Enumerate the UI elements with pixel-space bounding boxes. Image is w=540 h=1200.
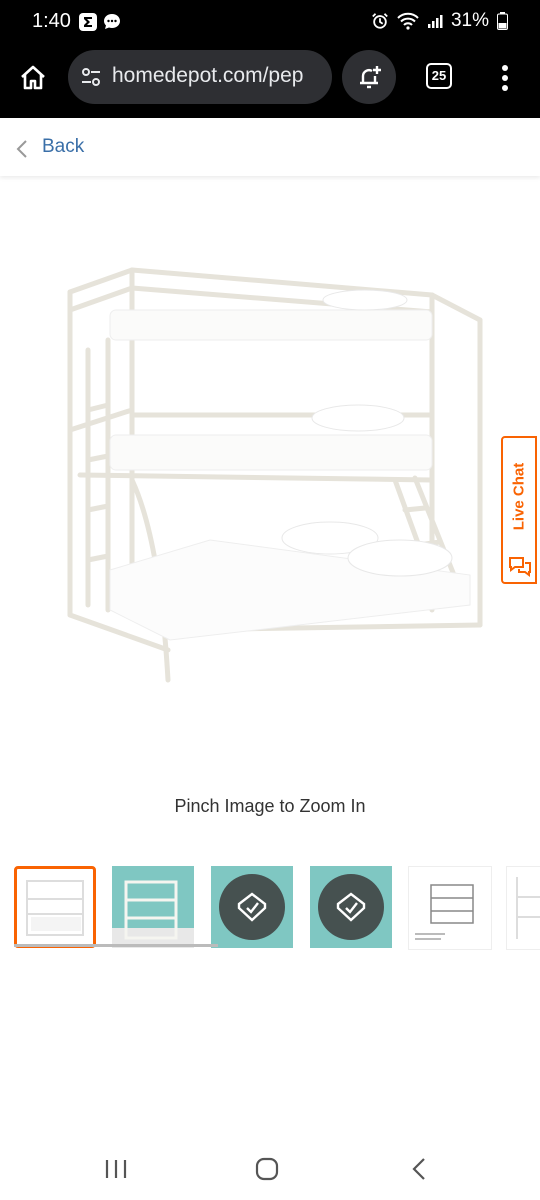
status-bar: 1:40 31% [0,0,540,44]
thumbnail-6[interactable] [506,866,540,950]
tab-switcher-button[interactable]: 25 [426,63,452,89]
wifi-icon [397,12,419,30]
thumbnail-room-image [112,880,194,948]
tag-shield-icon [237,892,267,922]
product-image-bunk-bed[interactable] [40,240,500,700]
back-bar: Back [0,118,540,176]
browser-toolbar: homedepot.com/pep 25 [0,44,540,118]
thumbnail-3-video[interactable] [211,866,293,948]
system-nav-bar [0,1140,540,1200]
address-bar[interactable]: homedepot.com/pep [68,50,332,104]
chat-bubbles-icon [509,557,531,577]
alarm-icon [372,13,388,29]
site-settings-icon[interactable] [80,66,102,88]
tag-shield-icon [336,892,366,922]
video-play-button[interactable] [318,874,384,940]
thumbnail-scroll-indicator [14,944,218,947]
live-chat-label: Live Chat [510,462,528,531]
recents-icon[interactable] [104,1158,128,1180]
url-text: homedepot.com/pep [112,64,304,87]
video-play-button[interactable] [219,874,285,940]
home-nav-icon[interactable] [255,1157,279,1181]
thumbnail-1[interactable] [14,866,96,948]
more-options-icon[interactable] [500,64,510,92]
zoom-hint: Pinch Image to Zoom In [174,796,366,816]
bell-plus-icon [360,66,381,89]
signal-icon [427,15,443,28]
sigma-app-icon [79,13,97,31]
live-chat-button[interactable]: Live Chat [501,436,537,584]
status-time: 1:40 [32,10,71,32]
thumbnail-5-dimensions[interactable] [408,866,492,950]
home-icon[interactable] [18,63,48,93]
notification-add-button[interactable] [342,50,396,104]
thumbnail-2[interactable] [112,866,194,948]
thumbnail-strip[interactable] [14,866,540,950]
thumbnail-bed-image [26,880,84,936]
thumbnail-partial-image [516,877,540,939]
back-nav-icon[interactable] [410,1157,428,1181]
thumbnail-4-video[interactable] [310,866,392,948]
back-link[interactable]: Back [42,136,84,158]
chevron-left-icon[interactable] [16,140,28,158]
thumbnail-dimensions-image [415,884,474,940]
chat-notification-icon [104,14,120,29]
battery-icon [497,12,508,30]
battery-percent: 31% [450,10,489,31]
status-right: 31% [371,10,508,32]
